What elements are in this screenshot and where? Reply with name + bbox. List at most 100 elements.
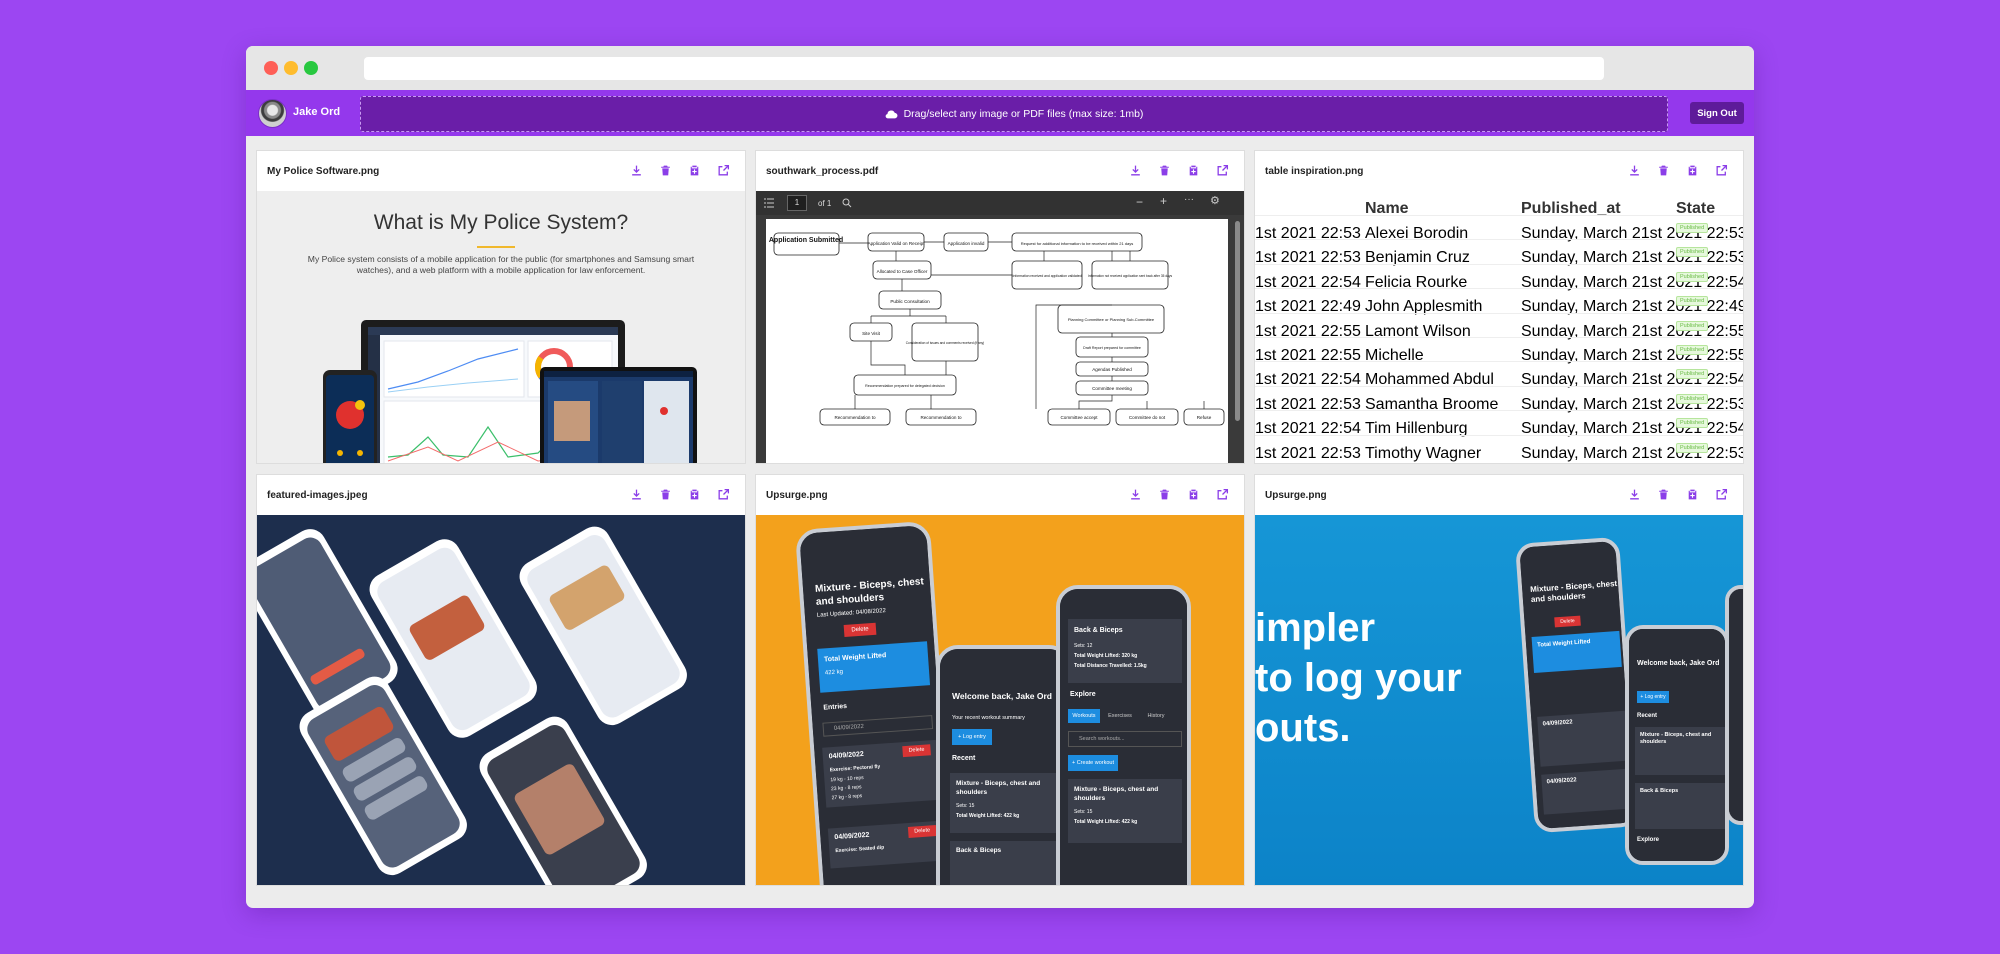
settings-icon[interactable]: ⚙ (1210, 194, 1220, 207)
table-row[interactable]: 1st 2021 22:55 Michelle Sunday, March 21st… (1255, 337, 1743, 364)
file-card-header: southwark_process.pdf (756, 151, 1244, 191)
file-dropzone[interactable]: Drag/select any image or PDF files (max … (360, 96, 1668, 132)
tab-exercises[interactable]: Exercises (1104, 709, 1136, 723)
avatar[interactable] (258, 99, 287, 128)
zoom-out-icon[interactable]: − (1136, 195, 1143, 209)
trash-icon[interactable] (1157, 163, 1172, 178)
trash-icon[interactable] (658, 487, 673, 502)
weight-card: Total Weight Lifted (1531, 630, 1622, 673)
download-icon[interactable] (1627, 487, 1642, 502)
file-name: Upsurge.png (766, 490, 828, 501)
external-link-icon[interactable] (1215, 163, 1230, 178)
recent-weight: Total Weight Lifted: 422 kg (956, 813, 1020, 819)
entry-delete-button[interactable]: Delete (907, 825, 937, 838)
download-icon[interactable] (1128, 487, 1143, 502)
preview-description: My Police system consists of a mobile ap… (307, 254, 695, 276)
copy-icon[interactable] (1685, 487, 1700, 502)
external-link-icon[interactable] (716, 163, 731, 178)
download-icon[interactable] (629, 163, 644, 178)
table-row[interactable]: 1st 2021 22:54 Tim Hillenburg Sunday, Marc… (1255, 410, 1743, 437)
download-icon[interactable] (629, 487, 644, 502)
trash-icon[interactable] (1656, 487, 1671, 502)
phone-mockup: Mixture - Biceps, chest and shoulders La… (794, 520, 957, 885)
file-actions (629, 163, 731, 178)
entry-set: 19 kg - 10 reps (830, 774, 864, 784)
minimize-window-button[interactable] (284, 61, 298, 75)
search-input[interactable]: Search workouts... (1068, 731, 1182, 747)
log-entry-button[interactable]: + Log entry (952, 729, 992, 745)
recent-card: Back & Biceps (950, 841, 1064, 885)
copy-icon[interactable] (1186, 163, 1201, 178)
close-window-button[interactable] (264, 61, 278, 75)
status-badge: Published (1676, 369, 1709, 380)
create-workout-button[interactable]: + Create workout (1068, 755, 1118, 771)
log-entry-button[interactable]: + Log entry (1637, 691, 1669, 703)
preview-title: What is My Police System? (373, 211, 629, 234)
table-row[interactable]: 1st 2021 22:54 Mohammed Abdul Sunday, Marc… (1255, 361, 1743, 388)
weight-value: 422 kg (824, 669, 844, 677)
copy-icon[interactable] (687, 487, 702, 502)
recent-sets: Sets: 15 (956, 803, 975, 809)
external-link-icon[interactable] (1714, 487, 1729, 502)
explore-title: Mixture - Biceps, chest and shoulders (1074, 786, 1159, 802)
file-actions (1128, 163, 1230, 178)
more-icon[interactable]: ··· (1184, 194, 1194, 205)
file-card: southwark_process.pdf 1 of 1 − + ··· ⚙ A… (755, 150, 1245, 464)
delete-button[interactable]: Delete (843, 622, 877, 637)
download-icon[interactable] (1627, 163, 1642, 178)
file-card-header: Upsurge.png (1255, 475, 1743, 515)
recent-title: Back & Biceps (956, 847, 1002, 854)
external-link-icon[interactable] (1215, 487, 1230, 502)
recent-title: Mixture - Biceps, chest and shoulders (956, 780, 1041, 796)
entry-delete-button[interactable]: Delete (902, 744, 931, 758)
trash-icon[interactable] (1656, 163, 1671, 178)
trash-icon[interactable] (658, 163, 673, 178)
copy-icon[interactable] (687, 163, 702, 178)
sign-out-button[interactable]: Sign Out (1690, 102, 1744, 124)
outline-icon[interactable] (764, 198, 774, 208)
search-icon[interactable] (842, 198, 852, 208)
download-icon[interactable] (1128, 163, 1143, 178)
file-preview[interactable]: What is My Police System? My Police syst… (257, 191, 745, 463)
weight-label: Total Weight Lifted (1536, 638, 1591, 649)
file-card: My Police Software.png What is My Police… (256, 150, 746, 464)
maximize-window-button[interactable] (304, 61, 318, 75)
trash-icon[interactable] (1157, 487, 1172, 502)
table-row[interactable]: 1st 2021 22:53 Timothy Wagner Sunday, Marc… (1255, 434, 1743, 462)
date-input[interactable]: 04/09/2022 (822, 715, 934, 737)
explore-heading: Explore (1637, 837, 1660, 843)
copy-icon[interactable] (1186, 487, 1201, 502)
table-row[interactable]: 1st 2021 22:53 Benjamin Cruz Sunday, March… (1255, 239, 1743, 266)
zoom-in-icon[interactable]: + (1160, 194, 1167, 208)
table-header: Name Published_at State (1255, 191, 1743, 217)
external-link-icon[interactable] (716, 487, 731, 502)
node-submitted: Application Submitted (769, 237, 843, 244)
image-preview[interactable]: Mixture - Biceps, chest and shoulders La… (756, 515, 1244, 885)
tablet-mockup (540, 367, 697, 463)
tab-history[interactable]: History (1140, 709, 1172, 723)
image-preview[interactable] (257, 515, 745, 885)
copy-icon[interactable] (1685, 163, 1700, 178)
table-preview[interactable]: Name Published_at State 1st 2021 22:53 Al… (1255, 191, 1743, 463)
page-number-input[interactable]: 1 (787, 195, 807, 211)
phone-mockup (1725, 585, 1743, 825)
node-draft: Draft Report prepared for committee (1083, 346, 1141, 350)
external-link-icon[interactable] (1714, 163, 1729, 178)
table-row[interactable]: 1st 2021 22:53 Samantha Broome Sunday, Mar… (1255, 385, 1743, 413)
table-row[interactable]: 1st 2021 22:53 Alexei Borodin Sunday, Marc… (1255, 215, 1743, 242)
recent-heading: Recent (1637, 713, 1658, 719)
table-row[interactable]: 1st 2021 22:49 John Applesmith Sunday, Mar… (1255, 288, 1743, 315)
welcome-subtitle: Your recent workout summary (952, 715, 1025, 721)
phone-mockup: Welcome back, Jake Ord + Log entry Recen… (1625, 625, 1729, 865)
scrollbar[interactable] (1235, 221, 1240, 421)
pdf-viewer[interactable]: 1 of 1 − + ··· ⚙ Application Submitted A… (756, 191, 1244, 463)
address-bar[interactable] (364, 57, 1604, 80)
table-row[interactable]: 1st 2021 22:55 Lamont Wilson Sunday, March… (1255, 312, 1743, 340)
image-preview[interactable]: impler to log your outs. Mixture - Bicep… (1255, 515, 1743, 885)
table-row[interactable]: 1st 2021 22:54 Felicia Rourke Sunday, Marc… (1255, 263, 1743, 291)
entry-set: 27 kg - 8 reps (831, 793, 863, 802)
tab-workouts[interactable]: Workouts (1068, 709, 1100, 723)
browser-window: Jake Ord Drag/select any image or PDF fi… (246, 46, 1754, 908)
delete-button[interactable]: Delete (1554, 615, 1581, 628)
entry-card: 04/09/2022 Delete Exercise: Pectoral fly… (822, 739, 941, 808)
